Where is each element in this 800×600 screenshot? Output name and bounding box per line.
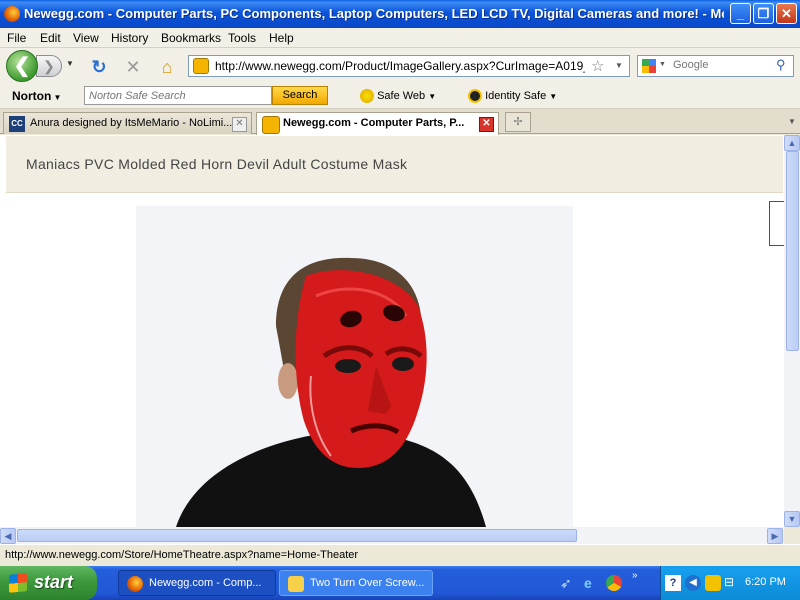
taskbar-item-newegg[interactable]: Newegg.com - Comp... [118, 570, 276, 596]
safe-web-check-icon [360, 89, 374, 103]
stop-icon[interactable]: ✕ [122, 57, 144, 78]
menu-file[interactable]: File [7, 31, 26, 45]
menu-bookmarks[interactable]: Bookmarks [161, 31, 221, 45]
tab-anura[interactable]: CC Anura designed by ItsMeMario - NoLimi… [3, 112, 252, 134]
taskbar: start Newegg.com - Comp... Two Turn Over… [0, 566, 800, 600]
thumbnail-frame[interactable] [769, 201, 784, 246]
scroll-up-button[interactable]: ▲ [784, 135, 800, 151]
norton-brand[interactable]: Norton ▼ [12, 89, 61, 103]
search-input[interactable] [671, 58, 775, 72]
tab-close-icon[interactable]: ✕ [479, 117, 494, 132]
page-content: Maniacs PVC Molded Red Horn Devil Adult … [0, 135, 784, 527]
close-button[interactable]: ✕ [776, 3, 797, 24]
norton-toolbar: Norton ▼ Search Safe Web ▼ Identity Safe… [0, 84, 800, 109]
windows-logo-icon [9, 573, 27, 593]
tab-list-icon[interactable]: ▼ [784, 113, 800, 131]
menu-bar: File Edit View History Bookmarks Tools H… [0, 28, 800, 48]
product-title: Maniacs PVC Molded Red Horn Devil Adult … [26, 156, 408, 172]
identity-safe-label: Identity Safe [485, 89, 547, 102]
norton-dropdown-icon: ▼ [51, 93, 62, 102]
product-header: Maniacs PVC Molded Red Horn Devil Adult … [6, 136, 783, 193]
norton-label: Norton [12, 89, 52, 103]
menu-tools[interactable]: Tools [228, 31, 256, 45]
tab-favicon-icon: CC [9, 116, 25, 132]
engine-dropdown-icon[interactable]: ▼ [659, 61, 666, 68]
site-favicon-icon [193, 58, 209, 74]
new-tab-button[interactable]: ✢ [505, 112, 531, 132]
norton-search-button[interactable]: Search [272, 86, 328, 105]
search-engine-box[interactable]: ▼ ⚲ [637, 55, 794, 77]
tab-close-icon[interactable]: ✕ [232, 117, 247, 132]
menu-view[interactable]: View [73, 31, 99, 45]
tab-bar: CC Anura designed by ItsMeMario - NoLimi… [0, 109, 800, 135]
norton-search-input[interactable] [84, 86, 272, 105]
status-bar: http://www.newegg.com/Store/HomeTheatre.… [0, 544, 800, 566]
menu-help[interactable]: Help [269, 31, 294, 45]
clock: 6:20 PM [745, 576, 786, 588]
quicklaunch-overflow-icon[interactable]: » [632, 570, 638, 581]
bookmark-star-icon[interactable]: ☆ [591, 57, 604, 75]
tab-label: Anura designed by ItsMeMario - NoLimi... [30, 117, 233, 129]
taskbar-item-label: Two Turn Over Screw... [310, 577, 425, 589]
back-button[interactable]: ❮ [6, 50, 38, 82]
home-icon[interactable]: ⌂ [156, 57, 178, 78]
vertical-scroll-thumb[interactable] [786, 151, 799, 351]
reload-icon[interactable]: ↻ [88, 57, 110, 78]
scroll-right-button[interactable]: ▶ [767, 528, 783, 544]
firefox-icon [127, 576, 143, 592]
window-title: Newegg.com - Computer Parts, PC Componen… [24, 6, 724, 21]
search-icon[interactable]: ⚲ [776, 57, 786, 73]
help-icon[interactable]: ? [665, 575, 681, 591]
menu-history[interactable]: History [111, 31, 148, 45]
taskbar-item-screw[interactable]: Two Turn Over Screw... [279, 570, 433, 596]
identity-safe-dropdown-icon: ▼ [549, 91, 558, 101]
forward-button[interactable]: ❯ [36, 55, 62, 77]
quicklaunch-bird-icon[interactable]: ➶ [560, 575, 576, 591]
network-icon[interactable]: ⊟ [724, 575, 740, 591]
devil-mask-picture [136, 206, 573, 527]
status-text: http://www.newegg.com/Store/HomeTheatre.… [5, 549, 359, 561]
horizontal-scroll-thumb[interactable] [17, 529, 577, 542]
scroll-left-button[interactable]: ◀ [0, 528, 16, 544]
url-dropdown-icon[interactable]: ▼ [615, 61, 623, 70]
minimize-button[interactable]: _ [730, 3, 751, 24]
tray-expand-icon[interactable]: ◀ [685, 575, 701, 591]
tab-newegg[interactable]: Newegg.com - Computer Parts, P... ✕ [256, 112, 499, 135]
taskbar-item-label: Newegg.com - Comp... [149, 577, 262, 589]
menu-edit[interactable]: Edit [40, 31, 61, 45]
tab-favicon-icon [262, 116, 280, 134]
system-tray: ? ◀ ⊟ 6:20 PM [660, 566, 800, 600]
chrome-icon[interactable] [606, 575, 622, 591]
norton-tray-icon[interactable] [705, 575, 721, 591]
scroll-down-button[interactable]: ▼ [784, 511, 800, 527]
safe-web-label: Safe Web [377, 89, 426, 102]
window-titlebar[interactable]: Newegg.com - Computer Parts, PC Componen… [0, 0, 800, 28]
safe-web-button[interactable]: Safe Web ▼ [360, 89, 436, 103]
history-dropdown-icon[interactable]: ▼ [66, 59, 74, 68]
identity-safe-lock-icon [468, 89, 482, 103]
firefox-icon [4, 6, 20, 22]
start-button[interactable]: start [0, 566, 97, 600]
tab-label: Newegg.com - Computer Parts, P... [283, 117, 465, 129]
safe-web-dropdown-icon: ▼ [428, 91, 437, 101]
maximize-button[interactable]: ❐ [753, 3, 774, 24]
ie-icon[interactable]: e [584, 575, 600, 591]
navigation-toolbar: ❯ ❮ ▼ ↻ ✕ ⌂ http://www.newegg.com/Produc… [0, 48, 800, 84]
url-text[interactable]: http://www.newegg.com/Product/ImageGalle… [215, 59, 585, 73]
app-icon [288, 576, 304, 592]
start-label: start [34, 572, 74, 592]
identity-safe-button[interactable]: Identity Safe ▼ [468, 89, 557, 103]
address-bar[interactable]: http://www.newegg.com/Product/ImageGalle… [188, 55, 630, 77]
product-image[interactable] [136, 206, 573, 527]
google-icon[interactable] [642, 59, 656, 73]
